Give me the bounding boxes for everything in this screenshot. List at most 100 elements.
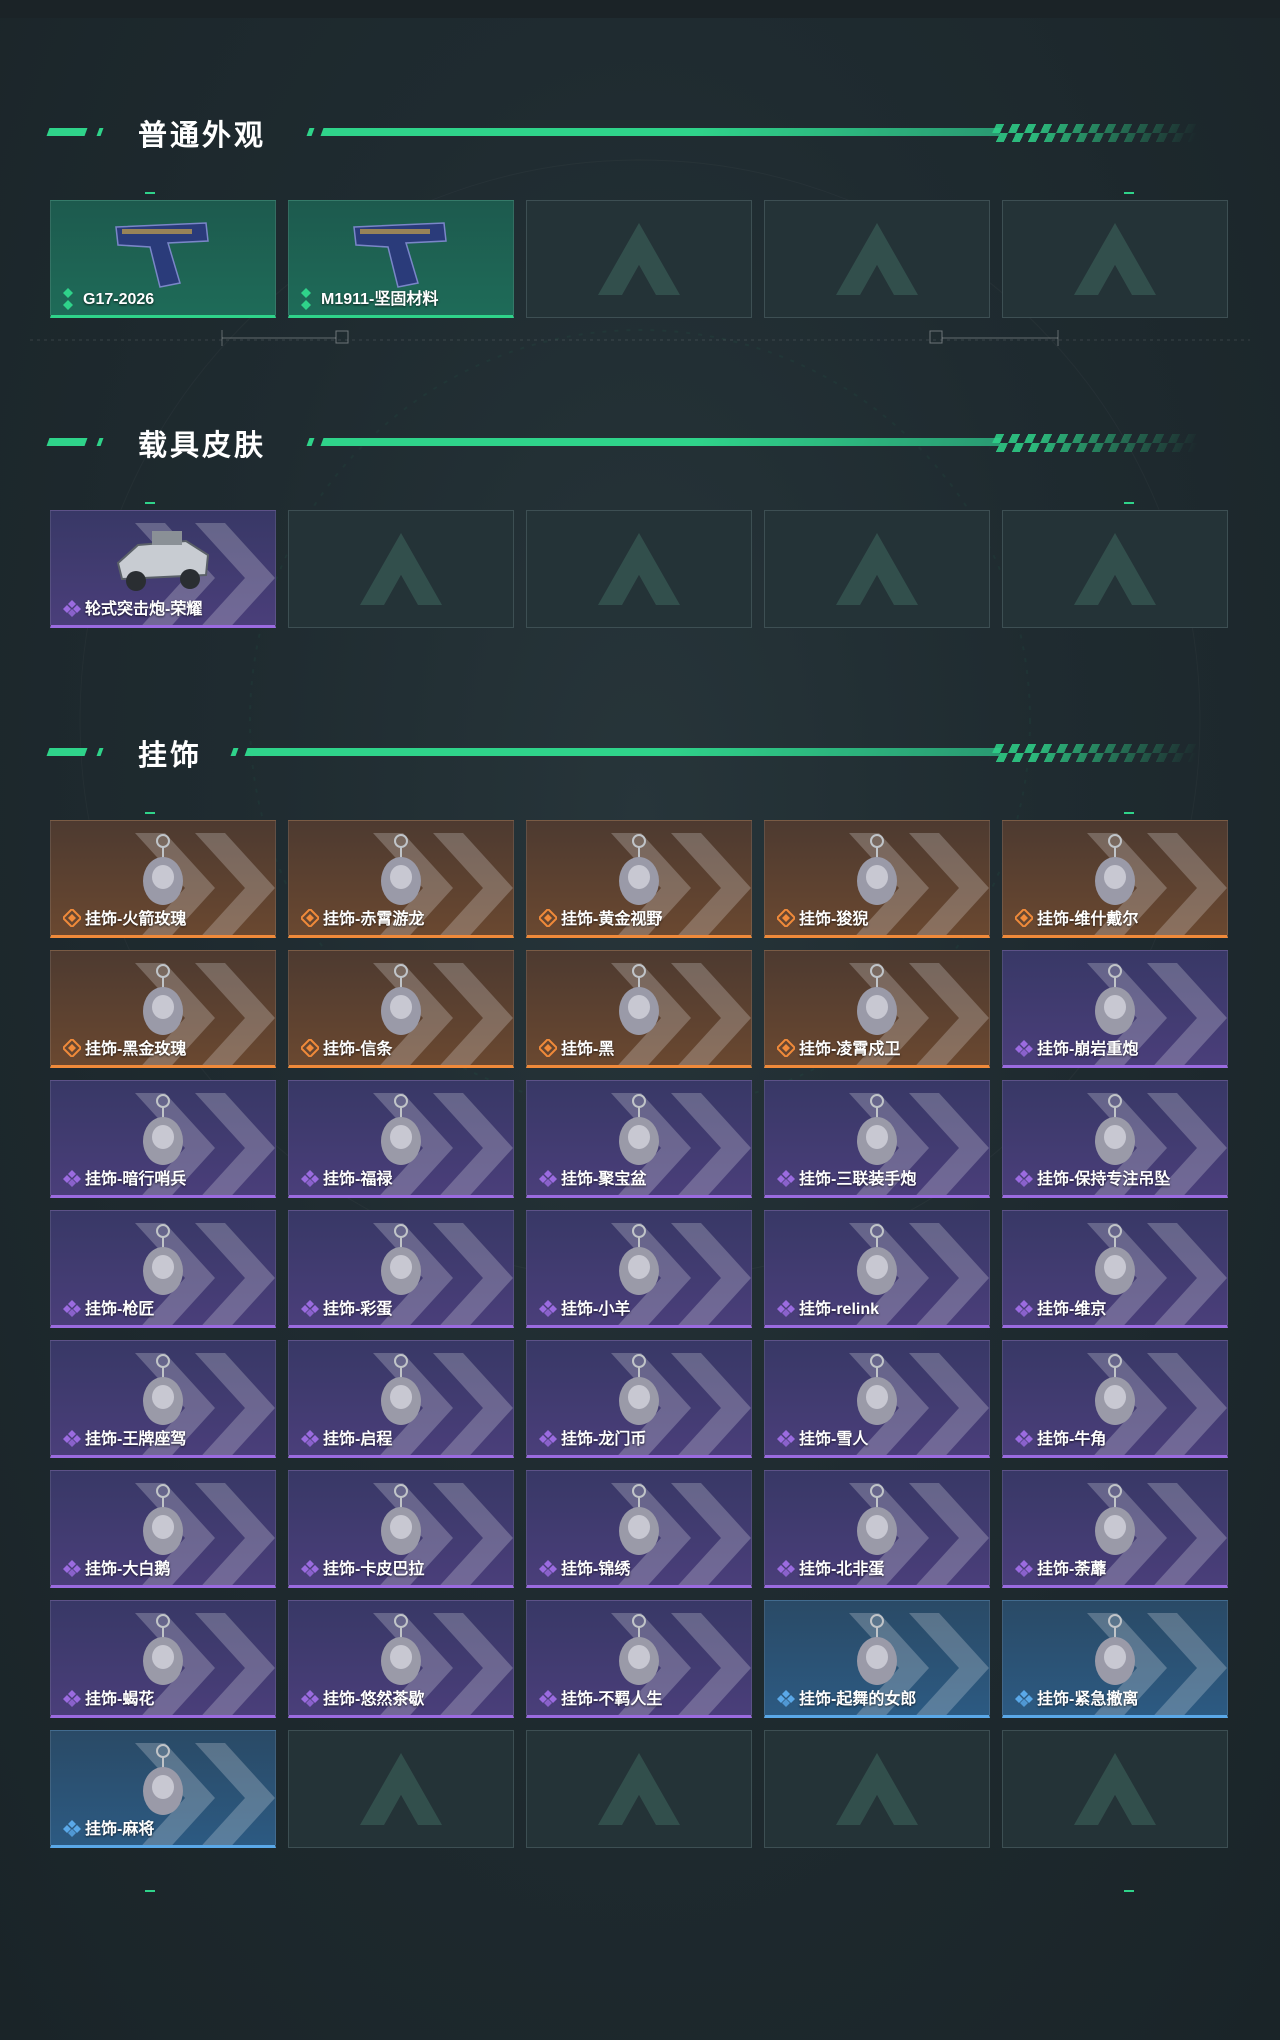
charm-item-card[interactable]: 挂饰-不羁人生	[526, 1600, 752, 1718]
charm-item-card[interactable]: 挂饰-麻将	[50, 1730, 276, 1848]
corner-dash	[145, 192, 155, 194]
charm-item-card[interactable]: 挂饰-小羊	[526, 1210, 752, 1328]
charm-item-card[interactable]: 挂饰-保持专注吊坠	[1002, 1080, 1228, 1198]
charm-item-card[interactable]: 挂饰-三联装手炮	[764, 1080, 990, 1198]
charm-item-card[interactable]: 挂饰-荼蘼	[1002, 1470, 1228, 1588]
charm-item-card[interactable]: 挂饰-锦绣	[526, 1470, 752, 1588]
header-line	[244, 748, 1002, 756]
purple-rarity-icon	[63, 600, 81, 617]
charm-item-card[interactable]: 挂饰-悠然茶歇	[288, 1600, 514, 1718]
item-label: 挂饰-蝎花	[85, 1691, 155, 1708]
purple-rarity-icon	[539, 1560, 557, 1577]
item-label: 挂饰-维什戴尔	[1037, 911, 1139, 928]
charm-item-card[interactable]: 挂饰-启程	[288, 1340, 514, 1458]
weapon-skin-card[interactable]: M1911-坚固材料	[288, 200, 514, 318]
section-title: 挂饰	[138, 740, 203, 772]
empty-slot	[526, 200, 752, 318]
charm-item-card[interactable]: 挂饰-凌霄戍卫	[764, 950, 990, 1068]
charm-item-card[interactable]: 挂饰-起舞的女郎	[764, 1600, 990, 1718]
header-accent-tick	[96, 748, 104, 756]
charm-item-card[interactable]: 挂饰-蝎花	[50, 1600, 276, 1718]
header-accent-tick	[96, 438, 104, 446]
purple-rarity-icon	[777, 1430, 795, 1447]
orange-rarity-icon	[301, 1039, 319, 1057]
orange-rarity-icon	[1015, 909, 1033, 927]
item-label: 挂饰-起舞的女郎	[799, 1691, 917, 1708]
item-label: 挂饰-狻猊	[799, 911, 869, 928]
item-label: 挂饰-黑金玫瑰	[85, 1041, 187, 1058]
charm-item-card[interactable]: 挂饰-黄金视野	[526, 820, 752, 938]
item-label: 挂饰-relink	[799, 1301, 880, 1318]
green-rarity-icon	[301, 288, 311, 310]
empty-slot	[1002, 200, 1228, 318]
charm-item-card[interactable]: 挂饰-牛角	[1002, 1340, 1228, 1458]
purple-rarity-icon	[777, 1170, 795, 1187]
game-logo-icon	[832, 529, 922, 609]
header-line-tick	[306, 128, 315, 136]
charm-item-card[interactable]: 挂饰-枪匠	[50, 1210, 276, 1328]
charm-item-card[interactable]: 挂饰-信条	[288, 950, 514, 1068]
charm-item-card[interactable]: 挂饰-relink	[764, 1210, 990, 1328]
purple-rarity-icon	[63, 1170, 81, 1187]
charm-item-card[interactable]: 挂饰-龙门币	[526, 1340, 752, 1458]
header-checker-pattern	[987, 744, 1203, 762]
charm-item-card[interactable]: 挂饰-聚宝盆	[526, 1080, 752, 1198]
header-checker-pattern	[987, 124, 1203, 142]
charm-item-card[interactable]: 挂饰-维什戴尔	[1002, 820, 1228, 938]
game-logo-icon	[356, 1749, 446, 1829]
game-logo-icon	[832, 219, 922, 299]
top-band	[0, 0, 1280, 18]
charm-icon	[1060, 1613, 1170, 1691]
vehicle-icon	[108, 523, 218, 601]
item-label: G17-2026	[83, 291, 155, 308]
charm-item-card[interactable]: 挂饰-黑	[526, 950, 752, 1068]
corner-dash	[145, 1890, 155, 1892]
purple-rarity-icon	[1015, 1170, 1033, 1187]
charm-item-card[interactable]: 挂饰-彩蛋	[288, 1210, 514, 1328]
orange-rarity-icon	[777, 909, 795, 927]
charm-icon	[584, 1223, 694, 1301]
charm-item-card[interactable]: 挂饰-维京	[1002, 1210, 1228, 1328]
corner-dash	[1124, 1890, 1134, 1892]
empty-slot	[764, 1730, 990, 1848]
purple-rarity-icon	[63, 1300, 81, 1317]
charm-icon	[108, 833, 218, 911]
charm-icon	[584, 1613, 694, 1691]
charm-item-card[interactable]: 挂饰-黑金玫瑰	[50, 950, 276, 1068]
charm-item-card[interactable]: 挂饰-崩岩重炮	[1002, 950, 1228, 1068]
item-label: 挂饰-福禄	[323, 1171, 393, 1188]
charm-item-card[interactable]: 挂饰-暗行哨兵	[50, 1080, 276, 1198]
empty-slot	[526, 510, 752, 628]
charm-item-card[interactable]: 挂饰-赤霄游龙	[288, 820, 514, 938]
empty-slot	[288, 1730, 514, 1848]
purple-rarity-icon	[1015, 1430, 1033, 1447]
charm-icon	[584, 833, 694, 911]
charm-item-card[interactable]: 挂饰-火箭玫瑰	[50, 820, 276, 938]
game-logo-icon	[356, 529, 446, 609]
vehicle-skin-card[interactable]: 轮式突击炮-荣耀	[50, 510, 276, 628]
item-label: 挂饰-牛角	[1037, 1431, 1107, 1448]
empty-slot	[1002, 510, 1228, 628]
item-label: 挂饰-启程	[323, 1431, 393, 1448]
charm-item-card[interactable]: 挂饰-王牌座驾	[50, 1340, 276, 1458]
item-label: 挂饰-卡皮巴拉	[323, 1561, 425, 1578]
corner-dash	[145, 502, 155, 504]
charm-item-card[interactable]: 挂饰-大白鹅	[50, 1470, 276, 1588]
charm-item-card[interactable]: 挂饰-北非蛋	[764, 1470, 990, 1588]
game-logo-icon	[1070, 1749, 1160, 1829]
purple-rarity-icon	[301, 1430, 319, 1447]
orange-rarity-icon	[301, 909, 319, 927]
charm-icon	[346, 1093, 456, 1171]
item-label: 挂饰-暗行哨兵	[85, 1171, 187, 1188]
empty-slot	[1002, 1730, 1228, 1848]
purple-rarity-icon	[301, 1300, 319, 1317]
charm-item-card[interactable]: 挂饰-狻猊	[764, 820, 990, 938]
charm-item-card[interactable]: 挂饰-雪人	[764, 1340, 990, 1458]
empty-slot	[526, 1730, 752, 1848]
weapon-skin-card[interactable]: G17-2026	[50, 200, 276, 318]
charm-item-card[interactable]: 挂饰-福禄	[288, 1080, 514, 1198]
charm-item-card[interactable]: 挂饰-卡皮巴拉	[288, 1470, 514, 1588]
purple-rarity-icon	[63, 1430, 81, 1447]
charm-item-card[interactable]: 挂饰-紧急撤离	[1002, 1600, 1228, 1718]
empty-slot	[764, 200, 990, 318]
